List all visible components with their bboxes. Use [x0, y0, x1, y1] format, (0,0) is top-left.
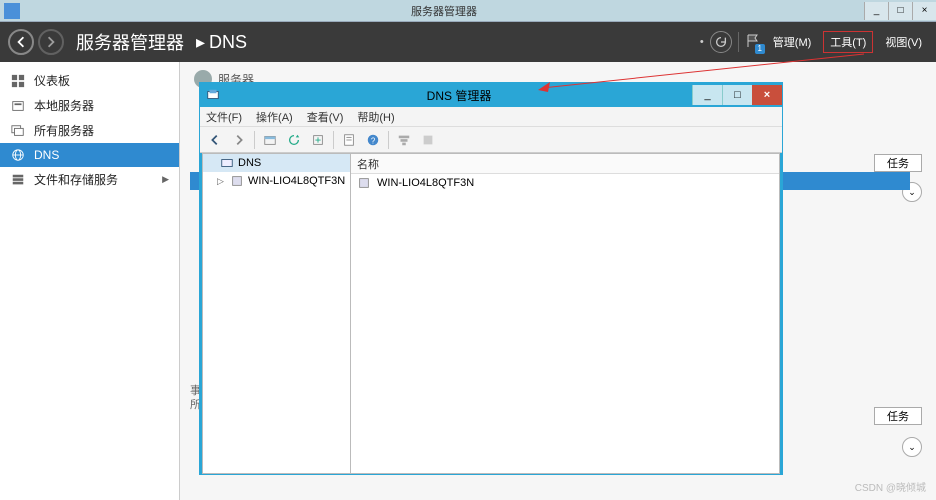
toolbar-help-button[interactable]: ? — [362, 130, 384, 150]
server-item-icon — [357, 176, 371, 190]
dns-toolbar: ? — [200, 127, 782, 153]
menu-action[interactable]: 操作(A) — [256, 109, 293, 125]
sidebar-item-label: 所有服务器 — [34, 122, 94, 139]
dns-tree-panel: DNS ▷ WIN-LIO4L8QTF3N — [203, 154, 351, 473]
close-button[interactable]: × — [912, 2, 936, 20]
sidebar-item-all-servers[interactable]: 所有服务器 — [0, 118, 179, 143]
maximize-button[interactable]: □ — [888, 2, 912, 20]
sidebar-item-label: 仪表板 — [34, 72, 70, 89]
minimize-button[interactable]: _ — [864, 2, 888, 20]
header-dot: • — [700, 36, 704, 48]
tasks-button[interactable]: 任务 — [874, 154, 922, 172]
list-item-server[interactable]: WIN-LIO4L8QTF3N — [351, 174, 779, 192]
refresh-button[interactable] — [710, 31, 732, 53]
dns-minimize-button[interactable]: _ — [692, 85, 722, 105]
toolbar-export-button[interactable] — [307, 130, 329, 150]
sidebar-item-label: DNS — [34, 148, 59, 162]
server-icon — [10, 98, 26, 114]
tree-node-server[interactable]: ▷ WIN-LIO4L8QTF3N — [203, 172, 350, 190]
menu-file[interactable]: 文件(F) — [206, 109, 242, 125]
watermark: CSDN @晓倾城 — [855, 479, 926, 494]
outer-window-title: 服务器管理器 — [24, 3, 864, 19]
toolbar-forward-button[interactable] — [228, 130, 250, 150]
toolbar-up-button[interactable] — [259, 130, 281, 150]
nav-back-button[interactable] — [8, 29, 34, 55]
chevron-right-icon: ▶ — [162, 174, 169, 185]
svg-text:?: ? — [371, 136, 376, 145]
menu-view[interactable]: 视图(V) — [879, 32, 928, 52]
breadcrumb-separator: ▸ — [196, 32, 205, 53]
menu-tools[interactable]: 工具(T) — [823, 31, 873, 53]
notifications-flag-icon[interactable]: 1 — [745, 33, 761, 52]
separator — [738, 32, 739, 52]
dns-titlebar[interactable]: DNS 管理器 _ □ × — [200, 83, 782, 107]
dns-maximize-button[interactable]: □ — [722, 85, 752, 105]
sidebar-item-file-storage[interactable]: 文件和存储服务 ▶ — [0, 167, 179, 192]
toolbar-filter-button[interactable] — [393, 130, 415, 150]
dns-manager-window: DNS 管理器 _ □ × 文件(F) 操作(A) 查看(V) 帮助(H) ? … — [199, 82, 783, 475]
toolbar-stop-button[interactable] — [417, 130, 439, 150]
sidebar-item-label: 本地服务器 — [34, 97, 94, 114]
nav-forward-button[interactable] — [38, 29, 64, 55]
dns-close-button[interactable]: × — [752, 85, 782, 105]
sidebar-item-dashboard[interactable]: 仪表板 — [0, 68, 179, 93]
dashboard-icon — [10, 73, 26, 89]
menu-view[interactable]: 查看(V) — [307, 109, 344, 125]
toolbar-refresh-button[interactable] — [283, 130, 305, 150]
sidebar: 仪表板 本地服务器 所有服务器 DNS 文件和存储服务 ▶ — [0, 62, 180, 500]
tasks-button-2[interactable]: 任务 — [874, 407, 922, 425]
menu-manage[interactable]: 管理(M) — [767, 32, 818, 52]
dns-menubar: 文件(F) 操作(A) 查看(V) 帮助(H) — [200, 107, 782, 127]
dns-icon — [10, 147, 26, 163]
tree-expand-icon[interactable]: ▷ — [217, 176, 226, 187]
expand-button-2[interactable]: ⌄ — [902, 437, 922, 457]
tree-node-label: WIN-LIO4L8QTF3N — [248, 175, 345, 187]
dns-app-icon — [206, 88, 220, 102]
system-icon — [4, 3, 20, 19]
sidebar-item-dns[interactable]: DNS — [0, 143, 179, 167]
tree-root-dns[interactable]: DNS — [203, 154, 350, 172]
outer-window-titlebar: 服务器管理器 _ □ × — [0, 0, 936, 22]
dns-root-icon — [220, 156, 234, 170]
server-node-icon — [230, 174, 244, 188]
sidebar-item-local-server[interactable]: 本地服务器 — [0, 93, 179, 118]
app-title: 服务器管理器 — [76, 29, 184, 55]
dns-list-panel: 名称 WIN-LIO4L8QTF3N — [351, 154, 779, 473]
sidebar-item-label: 文件和存储服务 — [34, 171, 118, 188]
storage-icon — [10, 172, 26, 188]
servers-icon — [10, 123, 26, 139]
tree-root-label: DNS — [238, 157, 261, 169]
dns-window-title: DNS 管理器 — [226, 87, 692, 104]
breadcrumb-current[interactable]: DNS — [209, 32, 247, 53]
toolbar-properties-button[interactable] — [338, 130, 360, 150]
server-manager-header: 服务器管理器 ▸ DNS • 1 管理(M) 工具(T) 视图(V) — [0, 22, 936, 62]
list-item-label: WIN-LIO4L8QTF3N — [377, 177, 474, 189]
menu-help[interactable]: 帮助(H) — [357, 109, 394, 125]
list-column-name[interactable]: 名称 — [351, 154, 779, 174]
toolbar-back-button[interactable] — [204, 130, 226, 150]
